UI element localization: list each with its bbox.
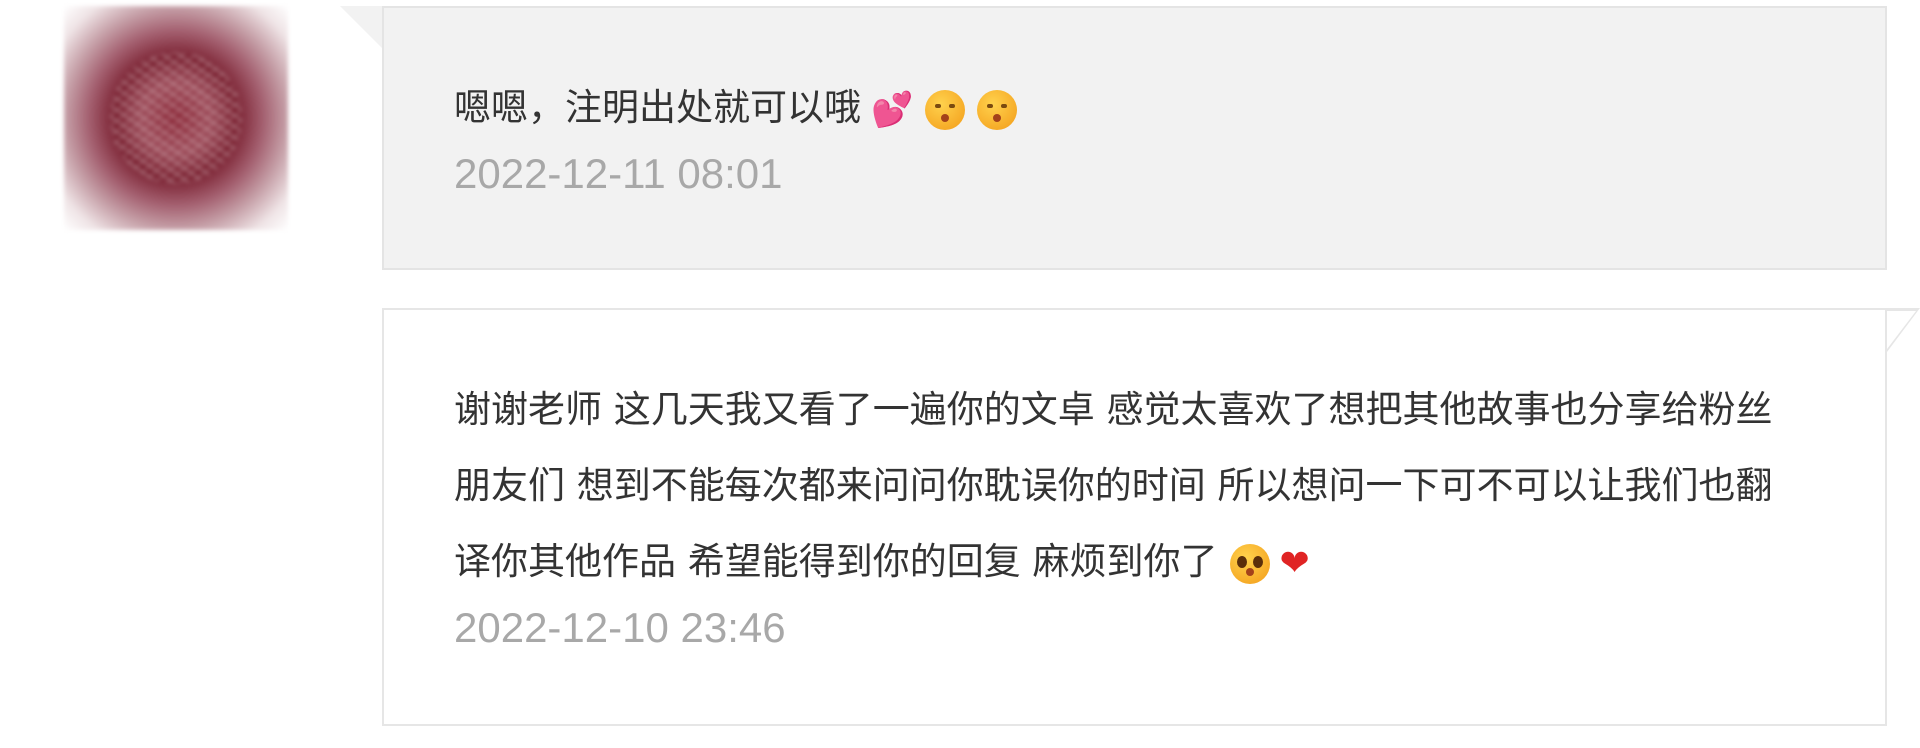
message-bubble-received: 嗯嗯，注明出处就可以哦 💕 2022-12-11 08:01 [382,6,1887,270]
message-text: 谢谢老师 这几天我又看了一遍你的文卓 感觉太喜欢了想把其他故事也分享给粉丝朋友们… [454,388,1773,584]
message-timestamp: 2022-12-11 08:01 [454,150,783,197]
user-avatar[interactable] [64,6,288,230]
message-text: 嗯嗯，注明出处就可以哦 💕 [454,8,1885,146]
two-hearts-icon: 💕 [871,89,914,130]
bubble-tail-left [340,6,384,50]
bubble-tail-right-inner [1884,311,1916,353]
pleading-face-icon [1229,543,1270,584]
message-bubble-sent: 谢谢老师 这几天我又看了一遍你的文卓 感觉太喜欢了想把其他故事也分享给粉丝朋友们… [382,308,1887,726]
kissing-face-icon [925,89,966,130]
message-timestamp: 2022-12-10 23:46 [454,604,786,651]
red-heart-icon: ❤ [1279,542,1310,584]
kissing-face-icon [977,89,1018,130]
